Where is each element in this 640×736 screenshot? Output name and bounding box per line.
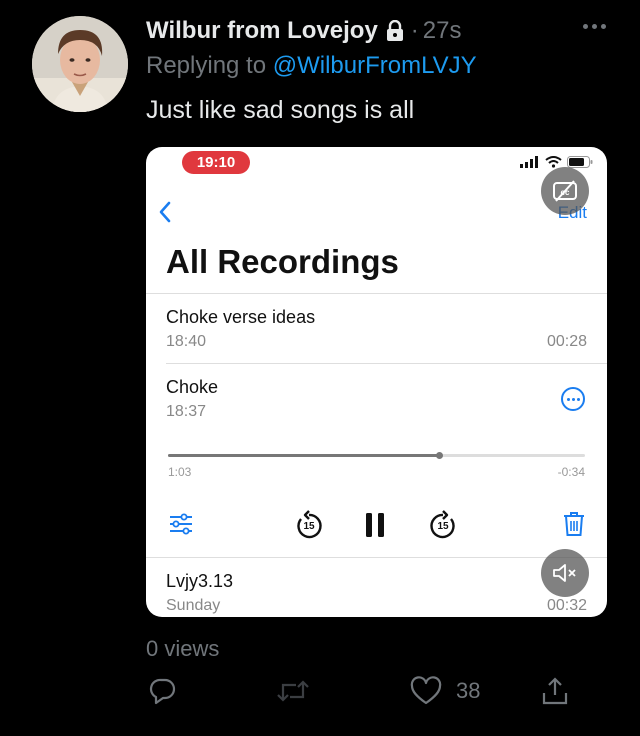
back-chevron-icon[interactable] xyxy=(158,201,172,228)
trash-icon[interactable] xyxy=(563,511,585,537)
elapsed-time: 1:03 xyxy=(168,465,192,479)
reply-icon xyxy=(149,678,176,705)
mute-button[interactable] xyxy=(541,549,589,597)
replying-prefix: Replying to xyxy=(146,52,273,79)
view-count: 0 views xyxy=(146,636,220,661)
skip-back-15-icon[interactable]: 15 xyxy=(294,510,324,540)
lock-icon xyxy=(385,20,405,42)
skip-forward-label: 15 xyxy=(437,521,449,532)
like-count: 38 xyxy=(456,678,481,703)
recording-name[interactable]: Lvjy3.13 xyxy=(166,571,233,592)
recording-more-icon[interactable] xyxy=(561,387,585,411)
skip-back-label: 15 xyxy=(303,521,315,532)
heart-icon xyxy=(410,676,442,705)
captions-button[interactable]: cc xyxy=(541,167,589,215)
tweet-media[interactable]: 19:10 Edit cc All Recordings Choke verse… xyxy=(146,147,607,617)
options-sliders-icon[interactable] xyxy=(168,513,194,535)
tweet-time[interactable]: 27s xyxy=(423,17,462,45)
recording-name[interactable]: Choke verse ideas xyxy=(166,307,315,328)
avatar[interactable] xyxy=(32,16,128,112)
replying-to: Replying to @WilburFromLVJY xyxy=(146,52,477,80)
retweet-icon xyxy=(277,680,309,702)
divider xyxy=(146,293,607,294)
recording-name[interactable]: Choke xyxy=(166,377,218,398)
scrubber-progress xyxy=(168,454,440,457)
captions-off-icon: cc xyxy=(553,180,577,202)
retweet-button[interactable] xyxy=(276,676,310,706)
playback-scrubber[interactable] xyxy=(168,452,585,459)
recording-duration: 00:28 xyxy=(546,333,587,350)
status-icons xyxy=(520,156,593,168)
recording-duration: 00:32 xyxy=(546,597,587,614)
recording-date: 18:40 xyxy=(166,333,207,350)
reply-button[interactable] xyxy=(148,676,178,706)
skip-forward-15-icon[interactable]: 15 xyxy=(428,510,458,540)
replying-handle-link[interactable]: @WilburFromLVJY xyxy=(273,52,477,79)
remaining-time: -0:34 xyxy=(557,465,585,479)
signal-icon xyxy=(520,156,538,168)
wifi-icon xyxy=(545,156,562,168)
divider xyxy=(146,557,607,558)
author-name[interactable]: Wilbur from Lovejoy xyxy=(146,17,378,45)
tweet-text: Just like sad songs is all xyxy=(146,96,415,124)
speaker-muted-icon xyxy=(553,564,576,582)
scrubber-knob[interactable] xyxy=(436,452,444,459)
status-time: 19:10 xyxy=(182,151,250,174)
more-options-icon[interactable] xyxy=(583,24,606,29)
like-button[interactable]: 38 xyxy=(410,676,480,706)
recording-date: Sunday xyxy=(166,597,221,614)
share-icon xyxy=(542,677,568,705)
pause-button[interactable] xyxy=(364,511,388,539)
page-title: All Recordings xyxy=(166,243,399,280)
pause-icon xyxy=(366,513,384,537)
divider xyxy=(166,363,607,364)
battery-icon xyxy=(567,156,593,168)
avatar-image xyxy=(32,16,128,112)
tweet-header: Wilbur from Lovejoy · 27s xyxy=(146,14,620,48)
separator-dot: · xyxy=(410,17,419,44)
recording-date: 18:37 xyxy=(166,403,207,420)
share-button[interactable] xyxy=(540,676,570,706)
